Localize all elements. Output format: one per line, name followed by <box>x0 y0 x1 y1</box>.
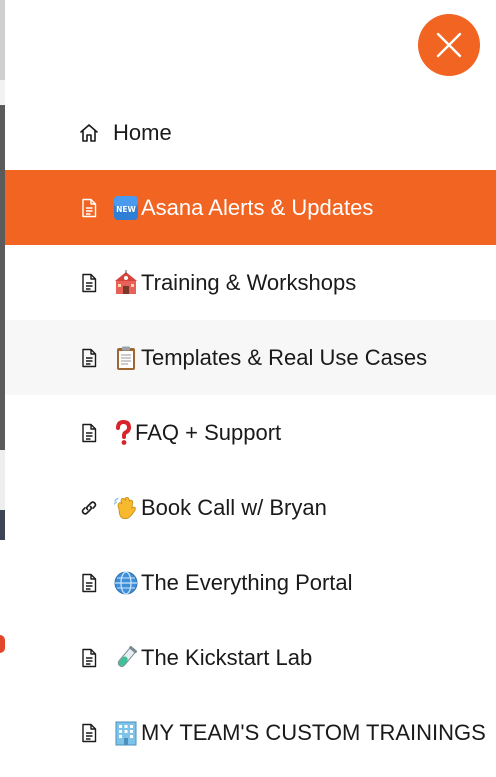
svg-text:NEW: NEW <box>116 205 136 214</box>
navigation-drawer: Home NEW Asana Alerts & Updates Training… <box>5 0 496 777</box>
school-emoji <box>113 269 139 296</box>
menu-item-label: Asana Alerts & Updates <box>141 194 374 220</box>
menu-item-asana-alerts[interactable]: NEW Asana Alerts & Updates <box>5 170 496 245</box>
page-icon <box>78 197 100 219</box>
menu-item-templates-use-cases[interactable]: Templates & Real Use Cases <box>5 320 496 395</box>
menu-item-label: The Kickstart Lab <box>141 644 313 670</box>
menu-item-label: Home <box>113 119 172 145</box>
clipboard-emoji <box>113 345 139 371</box>
page-icon <box>78 722 100 744</box>
menu-item-everything-portal[interactable]: The Everything Portal <box>5 545 496 620</box>
home-icon <box>78 122 100 144</box>
link-icon <box>78 497 100 519</box>
page-icon <box>78 272 100 294</box>
menu-item-label: Templates & Real Use Cases <box>141 344 428 370</box>
close-icon <box>436 32 462 58</box>
menu-item-label: MY TEAM'S CUSTOM TRAININGS <box>141 719 486 745</box>
menu-item-team-custom-trainings[interactable]: MY TEAM'S CUSTOM TRAININGS <box>5 695 496 770</box>
page-icon <box>78 647 100 669</box>
page-icon <box>78 572 100 594</box>
globe-emoji <box>113 570 139 596</box>
close-button[interactable] <box>418 14 480 76</box>
question-mark-emoji <box>113 419 133 446</box>
new-badge-emoji: NEW <box>113 195 139 221</box>
waving-hand-emoji <box>113 495 139 521</box>
menu-item-label: Training & Workshops <box>141 269 357 295</box>
menu-item-home[interactable]: Home <box>5 95 496 170</box>
menu-item-kickstart-lab[interactable]: The Kickstart Lab <box>5 620 496 695</box>
menu-item-label: FAQ + Support <box>135 419 282 445</box>
menu-item-label: The Everything Portal <box>141 569 353 595</box>
menu-item-faq-support[interactable]: FAQ + Support <box>5 395 496 470</box>
page-icon <box>78 347 100 369</box>
menu-item-training-workshops[interactable]: Training & Workshops <box>5 245 496 320</box>
office-building-emoji <box>113 720 139 746</box>
test-tube-emoji <box>113 645 139 671</box>
menu-item-book-call[interactable]: Book Call w/ Bryan <box>5 470 496 545</box>
drawer-menu: Home NEW Asana Alerts & Updates Training… <box>5 95 496 770</box>
page-icon <box>78 422 100 444</box>
menu-item-label: Book Call w/ Bryan <box>141 494 327 520</box>
